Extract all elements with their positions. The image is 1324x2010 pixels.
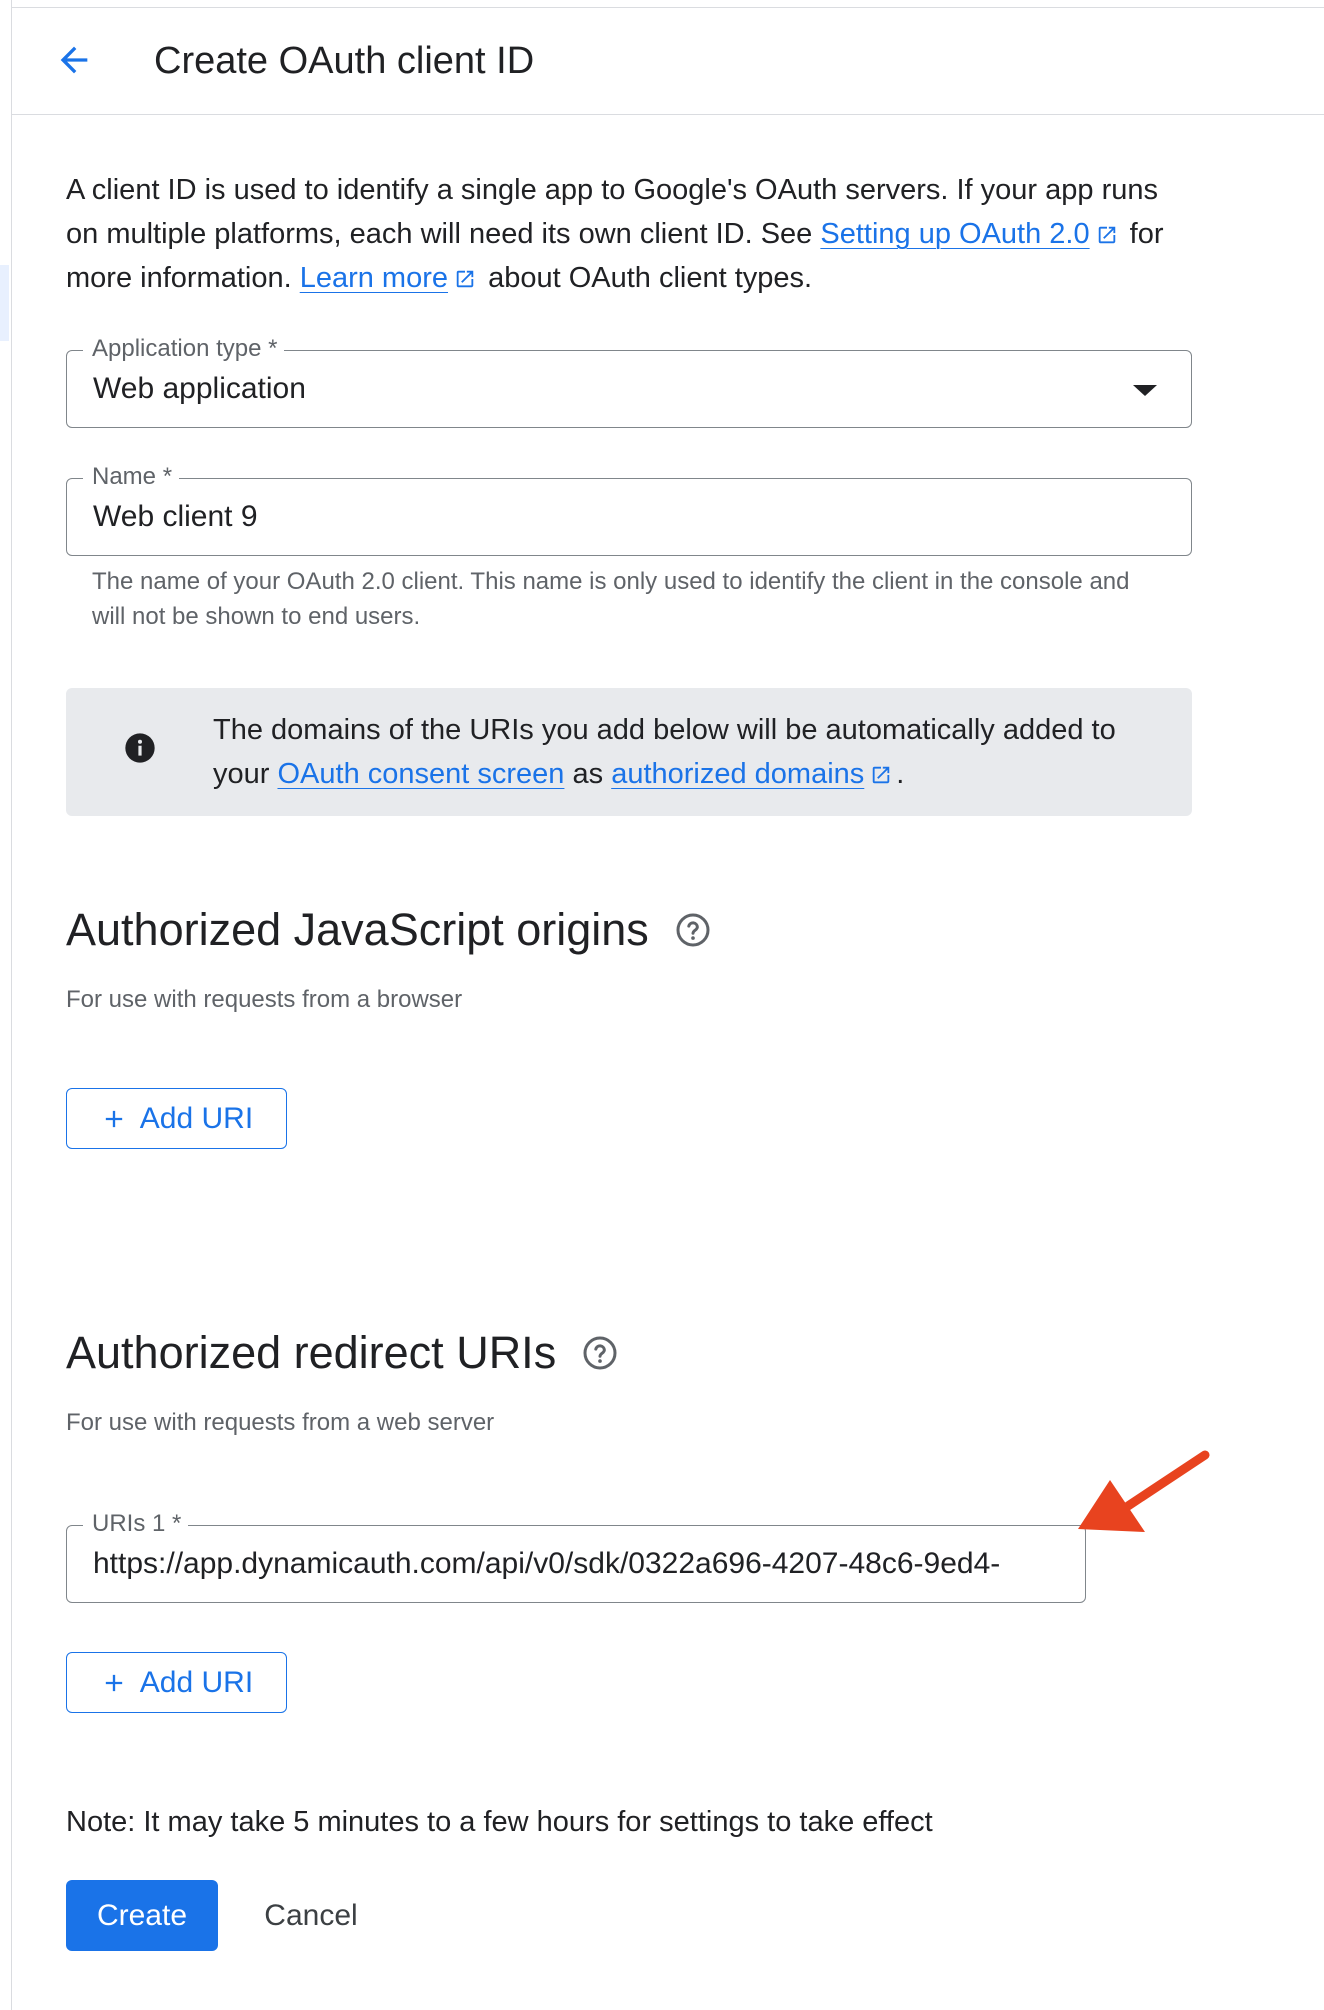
name-value: Web client 9 — [93, 500, 258, 533]
redirect-uris-subtitle: For use with requests from a web server — [66, 1409, 495, 1436]
application-type-value: Web application — [93, 372, 306, 405]
info-banner: The domains of the URIs you add below wi… — [66, 688, 1192, 816]
plus-icon — [105, 1110, 122, 1127]
redirect-uri-value: https://app.dynamicauth.com/api/v0/sdk/0… — [93, 1547, 1001, 1580]
redirect-uris-title: Authorized redirect URIs — [66, 1327, 557, 1378]
open-in-new-icon — [456, 270, 474, 288]
help-icon[interactable] — [582, 1335, 618, 1371]
setting-up-oauth-link[interactable]: Setting up OAuth 2.0 — [820, 218, 1089, 250]
add-redirect-uri-button[interactable]: Add URI — [66, 1652, 287, 1713]
open-in-new-icon — [1098, 226, 1115, 244]
oauth-consent-screen-link[interactable]: OAuth consent screen — [277, 758, 564, 790]
annotation-arrow-icon — [1078, 1450, 1210, 1532]
cancel-button[interactable]: Cancel — [246, 1880, 376, 1951]
info-text-3: . — [896, 758, 905, 790]
learn-more-link[interactable]: Learn more — [300, 262, 448, 294]
redirect-uri-field[interactable]: URIs 1 * https://app.dynamicauth.com/api… — [66, 1510, 1086, 1603]
page-title: Create OAuth client ID — [154, 40, 535, 82]
intro-paragraph: A client ID is used to identify a single… — [66, 168, 1196, 300]
left-panel-divider — [11, 0, 12, 2010]
help-icon[interactable] — [675, 912, 711, 948]
add-js-origin-label: Add URI — [139, 1101, 254, 1135]
arrow-back-icon — [60, 46, 88, 74]
info-text: The domains of the URIs you add below wi… — [213, 708, 1173, 796]
open-in-new-icon — [873, 766, 890, 784]
name-helper-text: The name of your OAuth 2.0 client. This … — [92, 568, 1130, 630]
dropdown-arrow-icon — [1133, 385, 1157, 396]
add-redirect-uri-label: Add URI — [139, 1665, 254, 1699]
left-panel-selection-marker — [0, 265, 9, 341]
redirect-uris-heading: Authorized redirect URIs — [66, 1325, 618, 1381]
add-js-origin-button[interactable]: Add URI — [66, 1088, 287, 1149]
info-icon — [125, 733, 155, 763]
back-button[interactable] — [48, 34, 100, 86]
page-header: Create OAuth client ID — [12, 8, 1324, 115]
name-field[interactable]: Name * Web client 9 — [66, 463, 1192, 556]
intro-text-3: about OAuth client types. — [480, 262, 813, 294]
authorized-domains-link[interactable]: authorized domains — [611, 758, 864, 790]
settings-note: Note: It may take 5 minutes to a few hou… — [66, 1806, 933, 1838]
plus-icon — [105, 1674, 122, 1691]
js-origins-subtitle: For use with requests from a browser — [66, 986, 463, 1013]
js-origins-title: Authorized JavaScript origins — [66, 904, 649, 955]
info-text-2: as — [564, 758, 612, 790]
js-origins-heading: Authorized JavaScript origins — [66, 902, 711, 958]
create-button[interactable]: Create — [66, 1880, 218, 1951]
application-type-select[interactable]: Application type * Web application — [66, 335, 1192, 428]
